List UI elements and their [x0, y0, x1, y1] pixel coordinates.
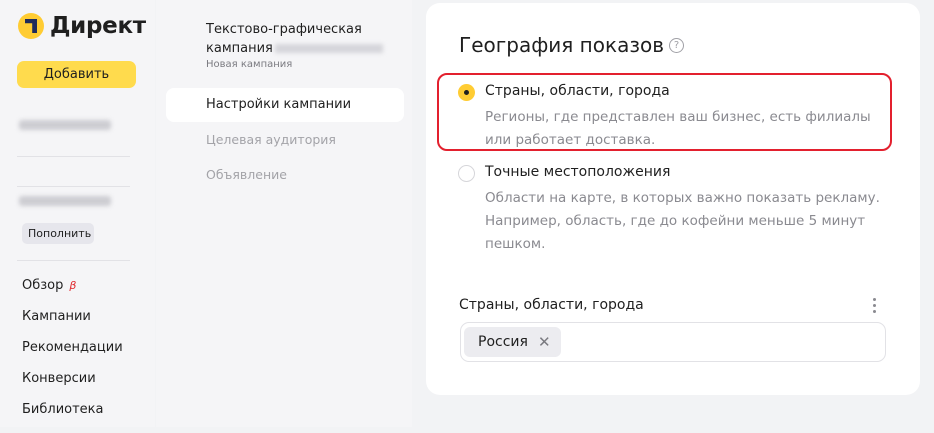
campaign-title: Текстово-графическая кампания: [206, 20, 406, 58]
account-login-blurred: [19, 196, 111, 206]
close-icon[interactable]: ✕: [538, 333, 551, 351]
campaign-title-line2: кампания: [206, 41, 273, 56]
campaign-title-line1: Текстово-графическая: [206, 22, 362, 37]
logo[interactable]: Директ: [18, 13, 146, 39]
sidebar-item-label: Библиотека: [22, 402, 104, 417]
divider: [17, 156, 130, 157]
sidebar-item-library[interactable]: Библиотека: [22, 402, 123, 433]
step-campaign-settings[interactable]: Настройки кампании: [166, 88, 404, 122]
topup-button[interactable]: Пополнить: [22, 223, 94, 244]
beta-badge: β: [69, 279, 77, 292]
sidebar-item-campaigns[interactable]: Кампании: [22, 309, 123, 340]
radio-unselected[interactable]: [458, 165, 475, 182]
chip-label: Россия: [478, 334, 528, 350]
option-description: Области на карте, в которых важно показа…: [485, 190, 880, 252]
sidebar: Директ Добавить Пополнить Обзор β Кампани…: [0, 0, 155, 427]
help-icon[interactable]: ?: [669, 38, 684, 53]
sidebar-item-label: Рекомендации: [22, 340, 123, 355]
sidebar-item-overview[interactable]: Обзор β: [22, 278, 123, 309]
campaign-subtitle: Новая кампания: [206, 59, 293, 70]
step-target-audience[interactable]: Целевая аудитория: [206, 132, 336, 147]
regions-input[interactable]: Россия ✕: [460, 322, 886, 362]
option-label: Точные местоположения: [485, 164, 671, 180]
regions-field-label: Страны, области, города: [459, 297, 644, 313]
campaign-name-blurred: [274, 44, 383, 53]
sidebar-item-conversions[interactable]: Конверсии: [22, 371, 123, 402]
step-ad[interactable]: Объявление: [206, 167, 287, 182]
more-options-icon[interactable]: [873, 298, 877, 316]
geography-card: География показов ? Страны, области, гор…: [426, 3, 920, 395]
yandex-direct-logo-icon: [18, 13, 44, 39]
logo-text: Директ: [50, 13, 146, 39]
campaign-steps-panel: Текстово-графическая кампания Новая камп…: [156, 0, 412, 427]
step-label: Настройки кампании: [206, 97, 352, 112]
highlight-frame: [437, 73, 892, 151]
sidebar-item-label: Кампании: [22, 309, 91, 324]
page-title: География показов: [459, 33, 664, 57]
divider: [17, 186, 130, 187]
add-button[interactable]: Добавить: [17, 61, 136, 88]
sidebar-item-label: Конверсии: [22, 371, 96, 386]
sidebar-item-recommendations[interactable]: Рекомендации: [22, 340, 123, 371]
divider: [17, 260, 130, 261]
account-login-blurred: [19, 120, 111, 130]
region-chip[interactable]: Россия ✕: [464, 327, 561, 357]
sidebar-item-label: Обзор: [22, 278, 64, 293]
sidebar-nav: Обзор β Кампании Рекомендации Конверсии Б…: [22, 278, 123, 433]
